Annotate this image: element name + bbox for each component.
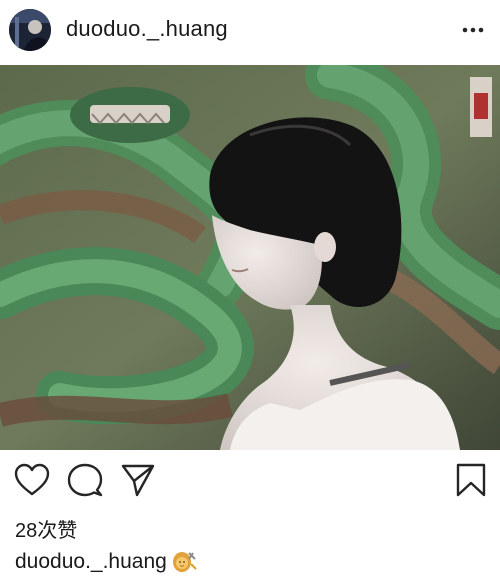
- bookmark-icon[interactable]: [452, 461, 490, 499]
- comment-icon[interactable]: [66, 461, 104, 499]
- post-header: duoduo._.huang: [0, 0, 500, 62]
- caption: duoduo._.huang: [15, 550, 197, 574]
- likes-count[interactable]: 28次赞: [15, 514, 77, 543]
- avatar[interactable]: [9, 9, 51, 51]
- send-icon[interactable]: [119, 461, 157, 499]
- username[interactable]: duoduo._.huang: [66, 16, 228, 42]
- action-bar: [0, 458, 500, 508]
- caption-username[interactable]: duoduo._.huang: [15, 550, 167, 574]
- post-photo[interactable]: [0, 65, 500, 450]
- hairdresser-emoji-icon: [171, 550, 197, 574]
- more-icon[interactable]: [460, 17, 486, 43]
- heart-icon[interactable]: [13, 461, 51, 499]
